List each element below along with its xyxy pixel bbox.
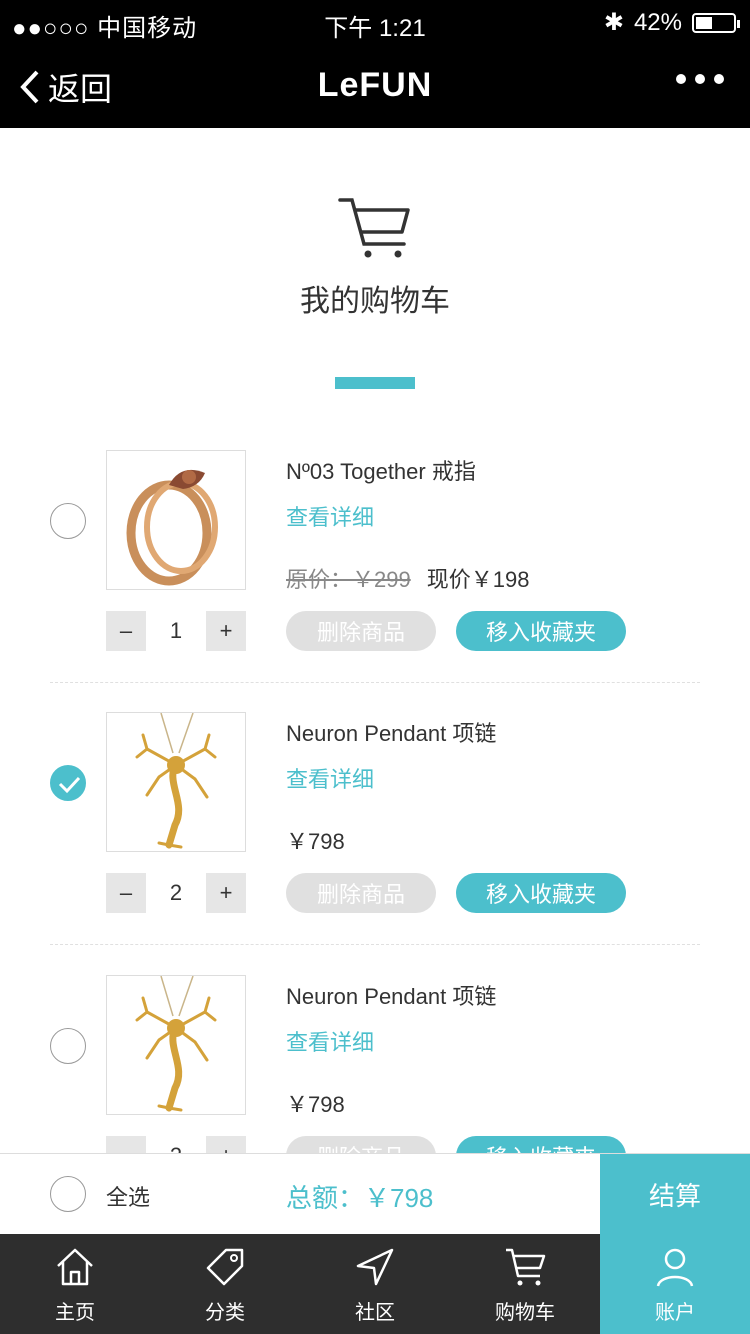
tab-label: 社区 [355, 1302, 395, 1324]
quantity-stepper: – 1 + [106, 611, 246, 651]
cart-title: 我的购物车 [300, 285, 450, 318]
cart-icon [506, 1248, 546, 1286]
cart-icon [338, 198, 410, 258]
product-image[interactable] [106, 712, 246, 852]
total-amount: 总额：￥798 [286, 1183, 434, 1213]
item-select-radio[interactable] [50, 765, 86, 801]
pendant-image [135, 712, 217, 849]
battery-percent: 42% [633, 8, 682, 36]
item-divider [50, 682, 700, 683]
ring-image [126, 469, 218, 586]
totals-bar: 全选 总额：￥798 结算 [0, 1153, 750, 1235]
move-to-favorites-button[interactable]: 移入收藏夹 [456, 873, 626, 913]
tab-account[interactable]: 账户 [600, 1234, 750, 1334]
original-price: 原价：￥299 [286, 567, 411, 592]
product-image[interactable] [106, 450, 246, 590]
check-icon [58, 776, 81, 794]
current-price: ￥798 [286, 1092, 345, 1117]
product-name: Neuron Pendant 项链 [286, 721, 497, 746]
current-price: 现价￥198 [426, 567, 530, 592]
cart-item: Neuron Pendant 项链 查看详细 ￥798 – 2 + 删除商品 移… [0, 712, 750, 974]
tab-bar: 主页 分类 社区 购物车 账户 [0, 1234, 750, 1334]
status-right: ✱ 42% [603, 8, 740, 37]
tab-label: 分类 [205, 1302, 245, 1324]
tag-icon [206, 1248, 244, 1286]
checkout-button[interactable]: 结算 [600, 1154, 750, 1235]
more-icon[interactable] [676, 74, 724, 84]
delete-button[interactable]: 删除商品 [286, 873, 436, 913]
current-price: ￥798 [286, 829, 345, 854]
view-detail-link[interactable]: 查看详细 [286, 762, 374, 794]
accent-divider [335, 377, 415, 389]
quantity-stepper: – 2 + [106, 873, 246, 913]
tab-label: 购物车 [495, 1302, 555, 1324]
quantity-value: 1 [169, 618, 183, 643]
product-name: Neuron Pendant 项链 [286, 984, 497, 1009]
view-detail-link[interactable]: 查看详细 [286, 1025, 374, 1057]
bluetooth-icon: ✱ [603, 9, 624, 36]
tab-home[interactable]: 主页 [0, 1234, 150, 1334]
nav-bar: 返回 LeFUN [0, 44, 750, 128]
select-all-radio[interactable] [50, 1176, 86, 1212]
cart-item: Nº03 Together 戒指 查看详细 原价：￥299 现价￥198 – 1 … [0, 450, 750, 712]
user-icon [656, 1248, 694, 1287]
tab-label: 主页 [55, 1302, 95, 1324]
increase-button[interactable]: + [206, 611, 246, 651]
tab-label: 账户 [655, 1302, 695, 1324]
quantity-value: 2 [169, 880, 183, 905]
select-all-label[interactable]: 全选 [106, 1180, 150, 1212]
tab-community[interactable]: 社区 [300, 1234, 450, 1334]
tab-category[interactable]: 分类 [150, 1234, 300, 1334]
delete-button[interactable]: 删除商品 [286, 611, 436, 651]
increase-button[interactable]: + [206, 873, 246, 913]
item-select-radio[interactable] [50, 503, 86, 539]
item-divider [50, 944, 700, 945]
pendant-image [135, 975, 217, 1112]
item-select-radio[interactable] [50, 1028, 86, 1064]
decrease-button[interactable]: – [106, 873, 146, 913]
navigation-icon [356, 1248, 394, 1286]
tab-cart[interactable]: 购物车 [450, 1234, 600, 1334]
product-name: Nº03 Together 戒指 [286, 459, 476, 484]
page-title: LeFUN [317, 66, 433, 104]
home-icon [57, 1248, 93, 1286]
product-image[interactable] [106, 975, 246, 1115]
status-bar: ●●○○○ 中国移动 下午 1:21 ✱ 42% [0, 0, 750, 44]
decrease-button[interactable]: – [106, 611, 146, 651]
view-detail-link[interactable]: 查看详细 [286, 500, 374, 532]
move-to-favorites-button[interactable]: 移入收藏夹 [456, 611, 626, 651]
price-info: 原价：￥299 现价￥198 [286, 562, 529, 594]
battery-icon [692, 12, 740, 33]
